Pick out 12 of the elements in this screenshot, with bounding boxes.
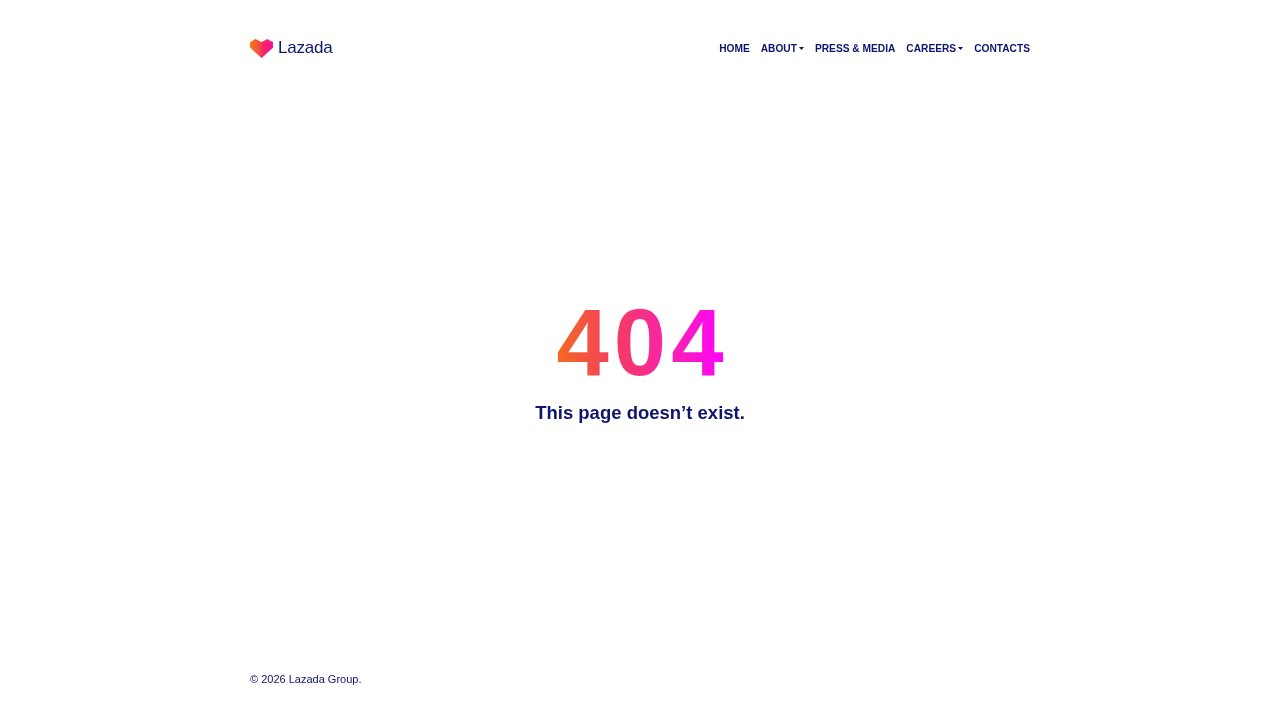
heart-logo-icon [250, 38, 273, 58]
nav-link[interactable]: CONTACTS [974, 42, 1030, 54]
caret-icon [798, 46, 804, 50]
nav-dropdown[interactable]: ABOUT [760, 42, 804, 54]
error-message: This page doesn’t exist. [535, 401, 745, 424]
nav-link[interactable]: PRESS & MEDIA [814, 42, 896, 54]
logo-wordmark: Lazada [278, 38, 333, 58]
nav-dropdown[interactable]: CAREERS [906, 42, 964, 54]
logo-link[interactable]: Lazada [250, 38, 333, 58]
nav-link[interactable]: HOME [719, 42, 750, 54]
caret-icon [958, 46, 964, 50]
copyright-text: © 2026 Lazada Group. [250, 673, 362, 685]
